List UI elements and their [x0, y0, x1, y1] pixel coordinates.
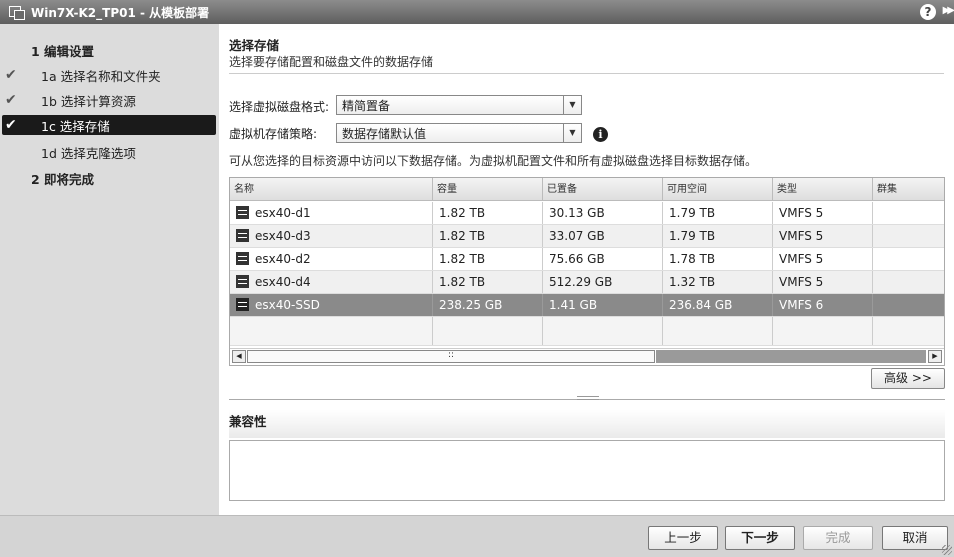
datastore-icon [236, 275, 249, 288]
window-titlebar: Win7X-K2_TP01 - 从模板部署 ? ▶▶ [0, 0, 954, 24]
page-title: 选择存储 [229, 38, 280, 53]
datastore-provisioned: 1.41 GB [543, 294, 663, 316]
datastore-name: esx40-d1 [255, 206, 311, 220]
datastore-type: VMFS 5 [773, 271, 873, 293]
cancel-button[interactable]: 取消 [882, 526, 948, 550]
splitter-grip-icon[interactable] [577, 396, 599, 400]
nav-step-select-storage[interactable]: ✔ 1c 选择存储 [2, 115, 216, 135]
nav-step-select-clone-options[interactable]: 1d 选择克隆选项 [0, 142, 217, 162]
expand-icon[interactable]: ▶▶ [943, 5, 954, 16]
datastore-free: 236.84 GB [663, 294, 773, 316]
help-icon[interactable]: ? [920, 4, 936, 20]
nav-step-label: 1a 选择名称和文件夹 [41, 68, 161, 84]
nav-step-label: 1 编辑设置 [31, 43, 95, 59]
table-row[interactable]: esx40-d4 1.82 TB 512.29 GB 1.32 TB VMFS … [230, 271, 944, 294]
compatibility-heading: 兼容性 [229, 410, 945, 438]
datastore-name: esx40-d4 [255, 275, 311, 289]
table-header: 名称 容量 已置备 可用空间 类型 群集 [230, 178, 944, 201]
nav-step-ready-to-complete[interactable]: 2 即将完成 [0, 168, 217, 188]
datastore-name: esx40-d3 [255, 229, 311, 243]
datastore-icon [236, 206, 249, 219]
scrollbar-thumb[interactable]: :: [247, 350, 655, 363]
scroll-right-icon[interactable]: ▶ [928, 350, 942, 363]
datastore-type: VMFS 6 [773, 294, 873, 316]
datastore-icon [236, 252, 249, 265]
column-header-type[interactable]: 类型 [773, 178, 873, 200]
table-row-selected[interactable]: esx40-SSD 238.25 GB 1.41 GB 236.84 GB VM… [230, 294, 944, 317]
check-icon: ✔ [5, 117, 17, 133]
wizard-footer: 上一步 下一步 完成 取消 [0, 515, 954, 557]
datastore-type: VMFS 5 [773, 202, 873, 224]
datastore-cluster [873, 202, 944, 224]
datastore-cluster [873, 271, 944, 293]
disk-format-value: 精简置备 [342, 98, 391, 113]
disk-format-label: 选择虚拟磁盘格式: [229, 100, 330, 114]
check-icon: ✔ [5, 67, 17, 83]
datastore-description: 可从您选择的目标资源中访问以下数据存储。为虚拟机配置文件和所有虚拟磁盘选择目标数… [229, 154, 758, 168]
scroll-left-icon[interactable]: ◀ [232, 350, 246, 363]
disk-format-select[interactable]: 精简置备 ▼ [336, 95, 582, 115]
table-row[interactable]: esx40-d3 1.82 TB 33.07 GB 1.79 TB VMFS 5 [230, 225, 944, 248]
datastore-capacity: 1.82 TB [433, 202, 543, 224]
vm-template-icon [7, 5, 25, 20]
compatibility-panel [229, 440, 945, 501]
column-header-free-space[interactable]: 可用空间 [663, 178, 773, 200]
page-subtitle: 选择要存储配置和磁盘文件的数据存储 [229, 55, 434, 69]
check-icon: ✔ [5, 92, 17, 108]
nav-step-select-compute-resource[interactable]: ✔ 1b 选择计算资源 [0, 90, 217, 110]
datastore-free: 1.79 TB [663, 202, 773, 224]
chevron-down-icon[interactable]: ▼ [563, 124, 581, 142]
datastore-type: VMFS 5 [773, 248, 873, 270]
nav-step-edit-settings[interactable]: 1 编辑设置 [0, 40, 217, 60]
info-icon[interactable]: i [593, 127, 608, 142]
column-header-provisioned[interactable]: 已置备 [543, 178, 663, 200]
nav-step-label: 1b 选择计算资源 [41, 93, 136, 109]
finish-button: 完成 [803, 526, 873, 550]
nav-step-label: 1d 选择克隆选项 [41, 145, 136, 161]
storage-policy-select[interactable]: 数据存储默认值 ▼ [336, 123, 582, 143]
datastore-provisioned: 33.07 GB [543, 225, 663, 247]
storage-policy-label: 虚拟机存储策略: [229, 127, 318, 141]
datastore-icon [236, 229, 249, 242]
datastore-name: esx40-d2 [255, 252, 311, 266]
table-row[interactable]: esx40-d2 1.82 TB 75.66 GB 1.78 TB VMFS 5 [230, 248, 944, 271]
nav-step-label: 1c 选择存储 [41, 118, 110, 134]
main-panel: 选择存储 选择要存储配置和磁盘文件的数据存储 选择虚拟磁盘格式: 精简置备 ▼ … [219, 24, 954, 515]
next-button[interactable]: 下一步 [725, 526, 795, 550]
window-title: Win7X-K2_TP01 - 从模板部署 [31, 5, 210, 20]
advanced-button[interactable]: 高级 >> [871, 368, 945, 389]
datastore-type: VMFS 5 [773, 225, 873, 247]
nav-step-select-name-folder[interactable]: ✔ 1a 选择名称和文件夹 [0, 65, 217, 85]
scrollbar-track[interactable] [656, 350, 926, 363]
storage-policy-value: 数据存储默认值 [342, 126, 427, 141]
datastore-provisioned: 75.66 GB [543, 248, 663, 270]
datastore-table: 名称 容量 已置备 可用空间 类型 群集 esx40-d1 1.82 TB 30… [229, 177, 945, 366]
datastore-name: esx40-SSD [255, 298, 320, 312]
datastore-provisioned: 512.29 GB [543, 271, 663, 293]
wizard-steps-nav: 1 编辑设置 ✔ 1a 选择名称和文件夹 ✔ 1b 选择计算资源 ✔ 1c 选择… [0, 24, 219, 515]
datastore-capacity: 1.82 TB [433, 248, 543, 270]
datastore-icon [236, 298, 249, 311]
back-button[interactable]: 上一步 [648, 526, 718, 550]
datastore-free: 1.79 TB [663, 225, 773, 247]
datastore-free: 1.32 TB [663, 271, 773, 293]
chevron-down-icon[interactable]: ▼ [563, 96, 581, 114]
datastore-capacity: 1.82 TB [433, 271, 543, 293]
table-row-empty [230, 317, 944, 346]
datastore-cluster [873, 248, 944, 270]
datastore-free: 1.78 TB [663, 248, 773, 270]
nav-step-label: 2 即将完成 [31, 171, 95, 187]
horizontal-scrollbar[interactable]: ◀ :: ▶ [230, 348, 944, 365]
column-header-name[interactable]: 名称 [230, 178, 433, 200]
column-header-capacity[interactable]: 容量 [433, 178, 543, 200]
resize-grip-icon[interactable] [942, 545, 952, 555]
column-header-cluster[interactable]: 群集 [873, 178, 944, 200]
table-row[interactable]: esx40-d1 1.82 TB 30.13 GB 1.79 TB VMFS 5 [230, 202, 944, 225]
datastore-capacity: 1.82 TB [433, 225, 543, 247]
datastore-capacity: 238.25 GB [433, 294, 543, 316]
header-divider [229, 73, 944, 74]
datastore-cluster [873, 294, 944, 316]
datastore-provisioned: 30.13 GB [543, 202, 663, 224]
datastore-cluster [873, 225, 944, 247]
